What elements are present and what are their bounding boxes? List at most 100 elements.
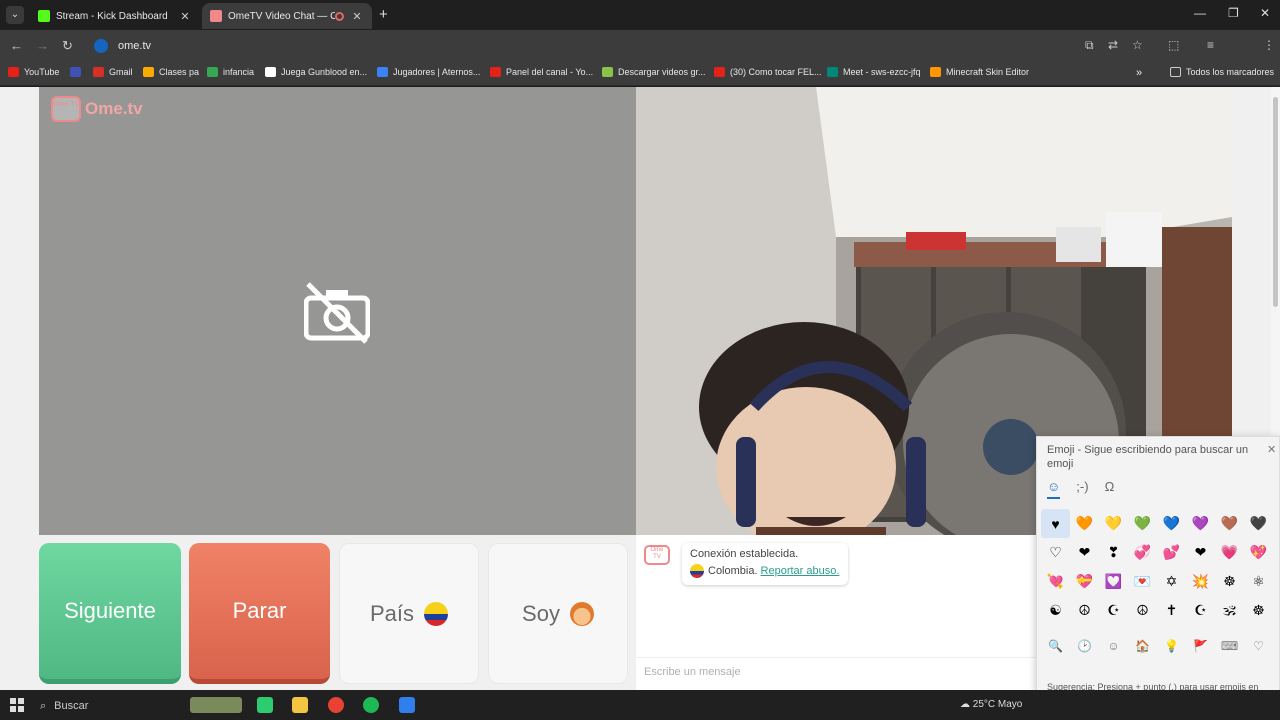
bookmark-youtube[interactable]: YouTube	[8, 67, 59, 77]
emoji-item[interactable]: ♥	[1041, 509, 1070, 538]
spotify-icon[interactable]	[363, 697, 379, 713]
new-tab-button[interactable]: +	[379, 6, 388, 23]
extensions-icon[interactable]: ⬚	[1168, 38, 1179, 52]
menu-icon[interactable]: ⋮	[1263, 38, 1275, 52]
emoji-item[interactable]: 🧡	[1070, 509, 1099, 538]
bookmark-label: Juega Gunblood en...	[281, 67, 368, 77]
emoji-item[interactable]: 💙	[1157, 509, 1186, 538]
stop-button[interactable]: Parar	[189, 543, 330, 684]
emoji-category-icon[interactable]: ⌨	[1215, 639, 1244, 653]
scrollbar-thumb[interactable]	[1273, 97, 1278, 307]
emoji-item[interactable]: ☪	[1186, 596, 1215, 625]
emoji-item[interactable]: 💝	[1070, 567, 1099, 596]
bookmark-como-tocar[interactable]: (30) Como tocar FEL...	[714, 67, 822, 77]
back-icon[interactable]: ←	[10, 38, 23, 53]
tab-search-button[interactable]: ⌄	[6, 6, 24, 24]
report-abuse-link[interactable]: Reportar abuso.	[761, 565, 840, 577]
bookmark-clases[interactable]: Clases pa	[143, 67, 199, 77]
close-icon[interactable]: ✕	[178, 10, 192, 23]
translate-icon[interactable]: ⇄	[1108, 38, 1118, 52]
emoji-tab[interactable]: ☺	[1047, 479, 1061, 499]
bookmark-star-icon[interactable]: ☆	[1132, 38, 1143, 52]
store-icon[interactable]	[257, 697, 273, 713]
emoji-item[interactable]: ♡	[1041, 538, 1070, 567]
emoji-item[interactable]: 💘	[1041, 567, 1070, 596]
tab-kick-dashboard[interactable]: Stream - Kick Dashboard ✕	[30, 3, 200, 29]
emoji-item[interactable]: ✡	[1157, 567, 1186, 596]
gender-label: Soy	[522, 600, 560, 626]
kaomoji-tab[interactable]: ;-)	[1076, 479, 1088, 499]
bookmark-descargar[interactable]: Descargar videos gr...	[602, 67, 706, 77]
emoji-category-icon[interactable]: ♡	[1244, 639, 1273, 653]
all-bookmarks[interactable]: Todos los marcadores	[1170, 67, 1274, 77]
message-input[interactable]: Escribe un mensaje	[636, 657, 1036, 690]
bookmark-panel-canal[interactable]: Panel del canal - Yo...	[490, 67, 593, 77]
reload-icon[interactable]: ↻	[62, 38, 73, 54]
emoji-item[interactable]: 💗	[1215, 538, 1244, 567]
emoji-item[interactable]: ☪	[1099, 596, 1128, 625]
emoji-category-icon[interactable]: 🚩	[1186, 639, 1215, 653]
emoji-item[interactable]: ❤	[1186, 538, 1215, 567]
emoji-item[interactable]: ⚛	[1244, 567, 1273, 596]
symbols-tab[interactable]: Ω	[1105, 479, 1115, 499]
emoji-category-icon[interactable]: 🏠	[1128, 639, 1157, 653]
url-field[interactable]: ome.tv	[88, 34, 1088, 58]
media-control-icon[interactable]: ≡	[1207, 38, 1214, 52]
emoji-item[interactable]: ☮	[1070, 596, 1099, 625]
site-info-icon[interactable]	[94, 39, 108, 53]
bookmark-unnamed[interactable]	[70, 67, 86, 77]
tab-ometv[interactable]: OmeTV Video Chat — Ome ✕	[202, 3, 372, 29]
bookmark-aternos[interactable]: Jugadores | Aternos...	[377, 67, 480, 77]
emoji-item[interactable]: ✝	[1157, 596, 1186, 625]
close-icon[interactable]: ✕	[1267, 443, 1276, 456]
folder-icon	[143, 67, 154, 77]
bookmark-label: Todos los marcadores	[1186, 67, 1275, 77]
window-close-icon[interactable]: ✕	[1260, 6, 1270, 20]
ometv-logo[interactable]: Ome TV Ome.tv	[51, 96, 143, 122]
weather-widget[interactable]: ☁ 25°C Mayo	[960, 699, 1022, 710]
tab-strip: ⌄ Stream - Kick Dashboard ✕ OmeTV Video …	[0, 0, 1280, 30]
emoji-item[interactable]: ❣	[1099, 538, 1128, 567]
emoji-item[interactable]: 💛	[1099, 509, 1128, 538]
restore-icon[interactable]: ❐	[1228, 6, 1239, 20]
bookmark-minecraft[interactable]: Minecraft Skin Editor	[930, 67, 1029, 77]
emoji-item[interactable]: 🖤	[1244, 509, 1273, 538]
emoji-item[interactable]: 💞	[1128, 538, 1157, 567]
gender-button[interactable]: Soy	[488, 543, 628, 684]
install-app-icon[interactable]: ⧉	[1085, 38, 1094, 53]
chrome-icon[interactable]	[328, 697, 344, 713]
bookmark-label: Minecraft Skin Editor	[946, 67, 1030, 77]
emoji-item[interactable]: 💜	[1186, 509, 1215, 538]
emoji-item[interactable]: 💚	[1128, 509, 1157, 538]
bookmark-meet[interactable]: Meet - sws-ezcc-jfq	[827, 67, 921, 77]
bookmark-gmail[interactable]: Gmail	[93, 67, 133, 77]
emoji-item[interactable]: ☸	[1244, 596, 1273, 625]
windows-start-icon[interactable]	[10, 698, 24, 712]
emoji-item[interactable]: ☸	[1215, 567, 1244, 596]
emoji-category-icon[interactable]: 💡	[1157, 639, 1186, 653]
forward-icon[interactable]: →	[36, 38, 49, 53]
next-button[interactable]: Siguiente	[39, 543, 181, 684]
more-bookmarks-icon[interactable]: »	[1136, 67, 1142, 79]
emoji-item[interactable]: 🤎	[1215, 509, 1244, 538]
emoji-item[interactable]: ❤	[1070, 538, 1099, 567]
emoji-item[interactable]: 💌	[1128, 567, 1157, 596]
emoji-item[interactable]: 💕	[1157, 538, 1186, 567]
bookmark-gunblood[interactable]: Juega Gunblood en...	[265, 67, 367, 77]
file-explorer-icon[interactable]	[292, 697, 308, 713]
emoji-category-icon[interactable]: 🕑	[1070, 639, 1099, 653]
meet-icon	[827, 67, 838, 77]
emoji-item[interactable]: ☮	[1128, 596, 1157, 625]
emoji-item[interactable]: 🕉	[1215, 596, 1244, 625]
close-icon[interactable]: ✕	[350, 10, 364, 23]
emoji-item[interactable]: 💖	[1244, 538, 1273, 567]
country-button[interactable]: País	[339, 543, 479, 684]
emoji-item[interactable]: 💟	[1099, 567, 1128, 596]
emoji-category-icon[interactable]: 🔍	[1041, 639, 1070, 653]
emoji-item[interactable]: 💥	[1186, 567, 1215, 596]
emoji-category-icon[interactable]: ☺	[1099, 639, 1128, 653]
emoji-item[interactable]: ☯	[1041, 596, 1070, 625]
minimize-icon[interactable]: —	[1194, 6, 1206, 20]
bookmark-infancia[interactable]: infancia	[207, 67, 254, 77]
app-icon[interactable]	[399, 697, 415, 713]
